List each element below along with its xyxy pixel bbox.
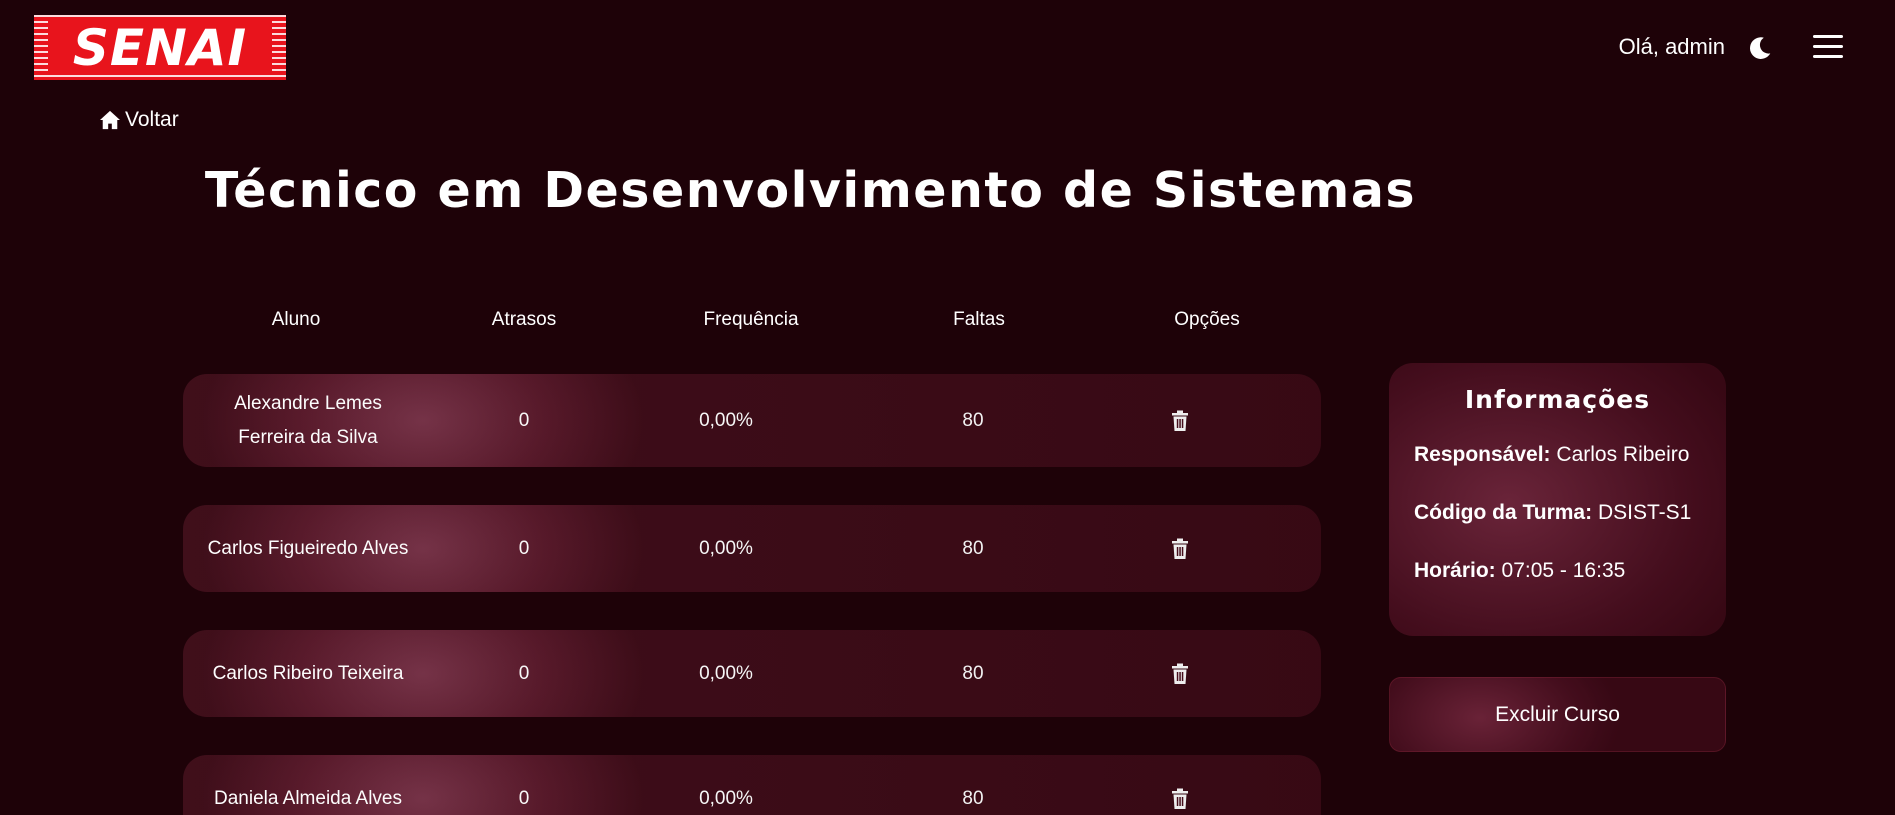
back-link[interactable]: Voltar bbox=[99, 108, 179, 132]
frequencia-value: 0,00% bbox=[699, 787, 753, 809]
table-row: Daniela Almeida Alves 0 0,00% 80 bbox=[183, 755, 1321, 815]
delete-student-button[interactable] bbox=[1145, 374, 1215, 467]
atrasos-value: 0 bbox=[518, 537, 530, 559]
app-root: SENAI Olá, admin Voltar Técnico em Desen… bbox=[0, 0, 1895, 815]
column-header-opcoes: Opções bbox=[1174, 309, 1240, 330]
horario-value: 07:05 - 16:35 bbox=[1501, 559, 1626, 582]
student-name-line1: Alexandre Lemes bbox=[234, 392, 382, 414]
page-title-text: Técnico em Desenvolvimento de Sistemas bbox=[204, 162, 1417, 219]
student-name: Daniela Almeida Alves bbox=[214, 787, 402, 809]
trash-icon[interactable] bbox=[1170, 410, 1190, 432]
logo-text: SENAI bbox=[48, 21, 272, 74]
moon-icon[interactable] bbox=[1747, 35, 1773, 61]
faltas-value: 80 bbox=[962, 409, 984, 431]
student-name: Alexandre Lemes Ferreira da Silva bbox=[183, 374, 433, 467]
column-header-atrasos: Atrasos bbox=[491, 309, 557, 330]
atrasos-value: 0 bbox=[518, 662, 530, 684]
student-name-line2: Ferreira da Silva bbox=[238, 426, 378, 448]
frequencia-value: 0,00% bbox=[699, 537, 753, 559]
responsavel-label: Responsável: bbox=[1414, 443, 1551, 466]
delete-course-button[interactable]: Excluir Curso bbox=[1389, 677, 1726, 752]
page-title: Técnico em Desenvolvimento de Sistemas bbox=[0, 162, 1895, 219]
back-label: Voltar bbox=[125, 108, 179, 131]
user-greeting: Olá, admin bbox=[1618, 34, 1725, 59]
info-horario: Horário: 07:05 - 16:35 bbox=[1414, 559, 1625, 583]
table-row: Alexandre Lemes Ferreira da Silva 0 0,00… bbox=[183, 374, 1321, 467]
delete-student-button[interactable] bbox=[1145, 505, 1215, 592]
trash-icon[interactable] bbox=[1170, 663, 1190, 685]
table-row: Carlos Figueiredo Alves 0 0,00% 80 bbox=[183, 505, 1321, 592]
faltas-value: 80 bbox=[962, 787, 984, 809]
hamburger-menu-icon[interactable] bbox=[1813, 33, 1843, 59]
trash-icon[interactable] bbox=[1170, 788, 1190, 810]
faltas-value: 80 bbox=[962, 537, 984, 559]
codigo-label: Código da Turma: bbox=[1414, 501, 1593, 524]
faltas-value: 80 bbox=[962, 662, 984, 684]
delete-student-button[interactable] bbox=[1145, 630, 1215, 717]
frequencia-value: 0,00% bbox=[699, 662, 753, 684]
column-header-frequencia: Frequência bbox=[703, 309, 799, 330]
trash-icon[interactable] bbox=[1170, 538, 1190, 560]
student-name: Carlos Ribeiro Teixeira bbox=[212, 662, 404, 684]
horario-label: Horário: bbox=[1414, 559, 1496, 582]
student-name: Carlos Figueiredo Alves bbox=[207, 537, 409, 559]
table-row: Carlos Ribeiro Teixeira 0 0,00% 80 bbox=[183, 630, 1321, 717]
frequencia-value: 0,00% bbox=[699, 409, 753, 431]
column-header-aluno: Aluno bbox=[271, 309, 321, 330]
senai-logo[interactable]: SENAI bbox=[34, 15, 286, 80]
info-responsavel: Responsável: Carlos Ribeiro bbox=[1414, 443, 1689, 467]
atrasos-value: 0 bbox=[518, 787, 530, 809]
codigo-value: DSIST-S1 bbox=[1597, 501, 1692, 524]
home-icon bbox=[100, 110, 120, 130]
responsavel-value: Carlos Ribeiro bbox=[1556, 443, 1690, 466]
atrasos-value: 0 bbox=[518, 409, 530, 431]
column-header-faltas: Faltas bbox=[953, 309, 1005, 330]
info-codigo-turma: Código da Turma: DSIST-S1 bbox=[1414, 501, 1691, 525]
delete-student-button[interactable] bbox=[1145, 755, 1215, 815]
info-title: Informações bbox=[1464, 385, 1651, 414]
info-card: Informações Responsável: Carlos Ribeiro … bbox=[1389, 363, 1726, 636]
